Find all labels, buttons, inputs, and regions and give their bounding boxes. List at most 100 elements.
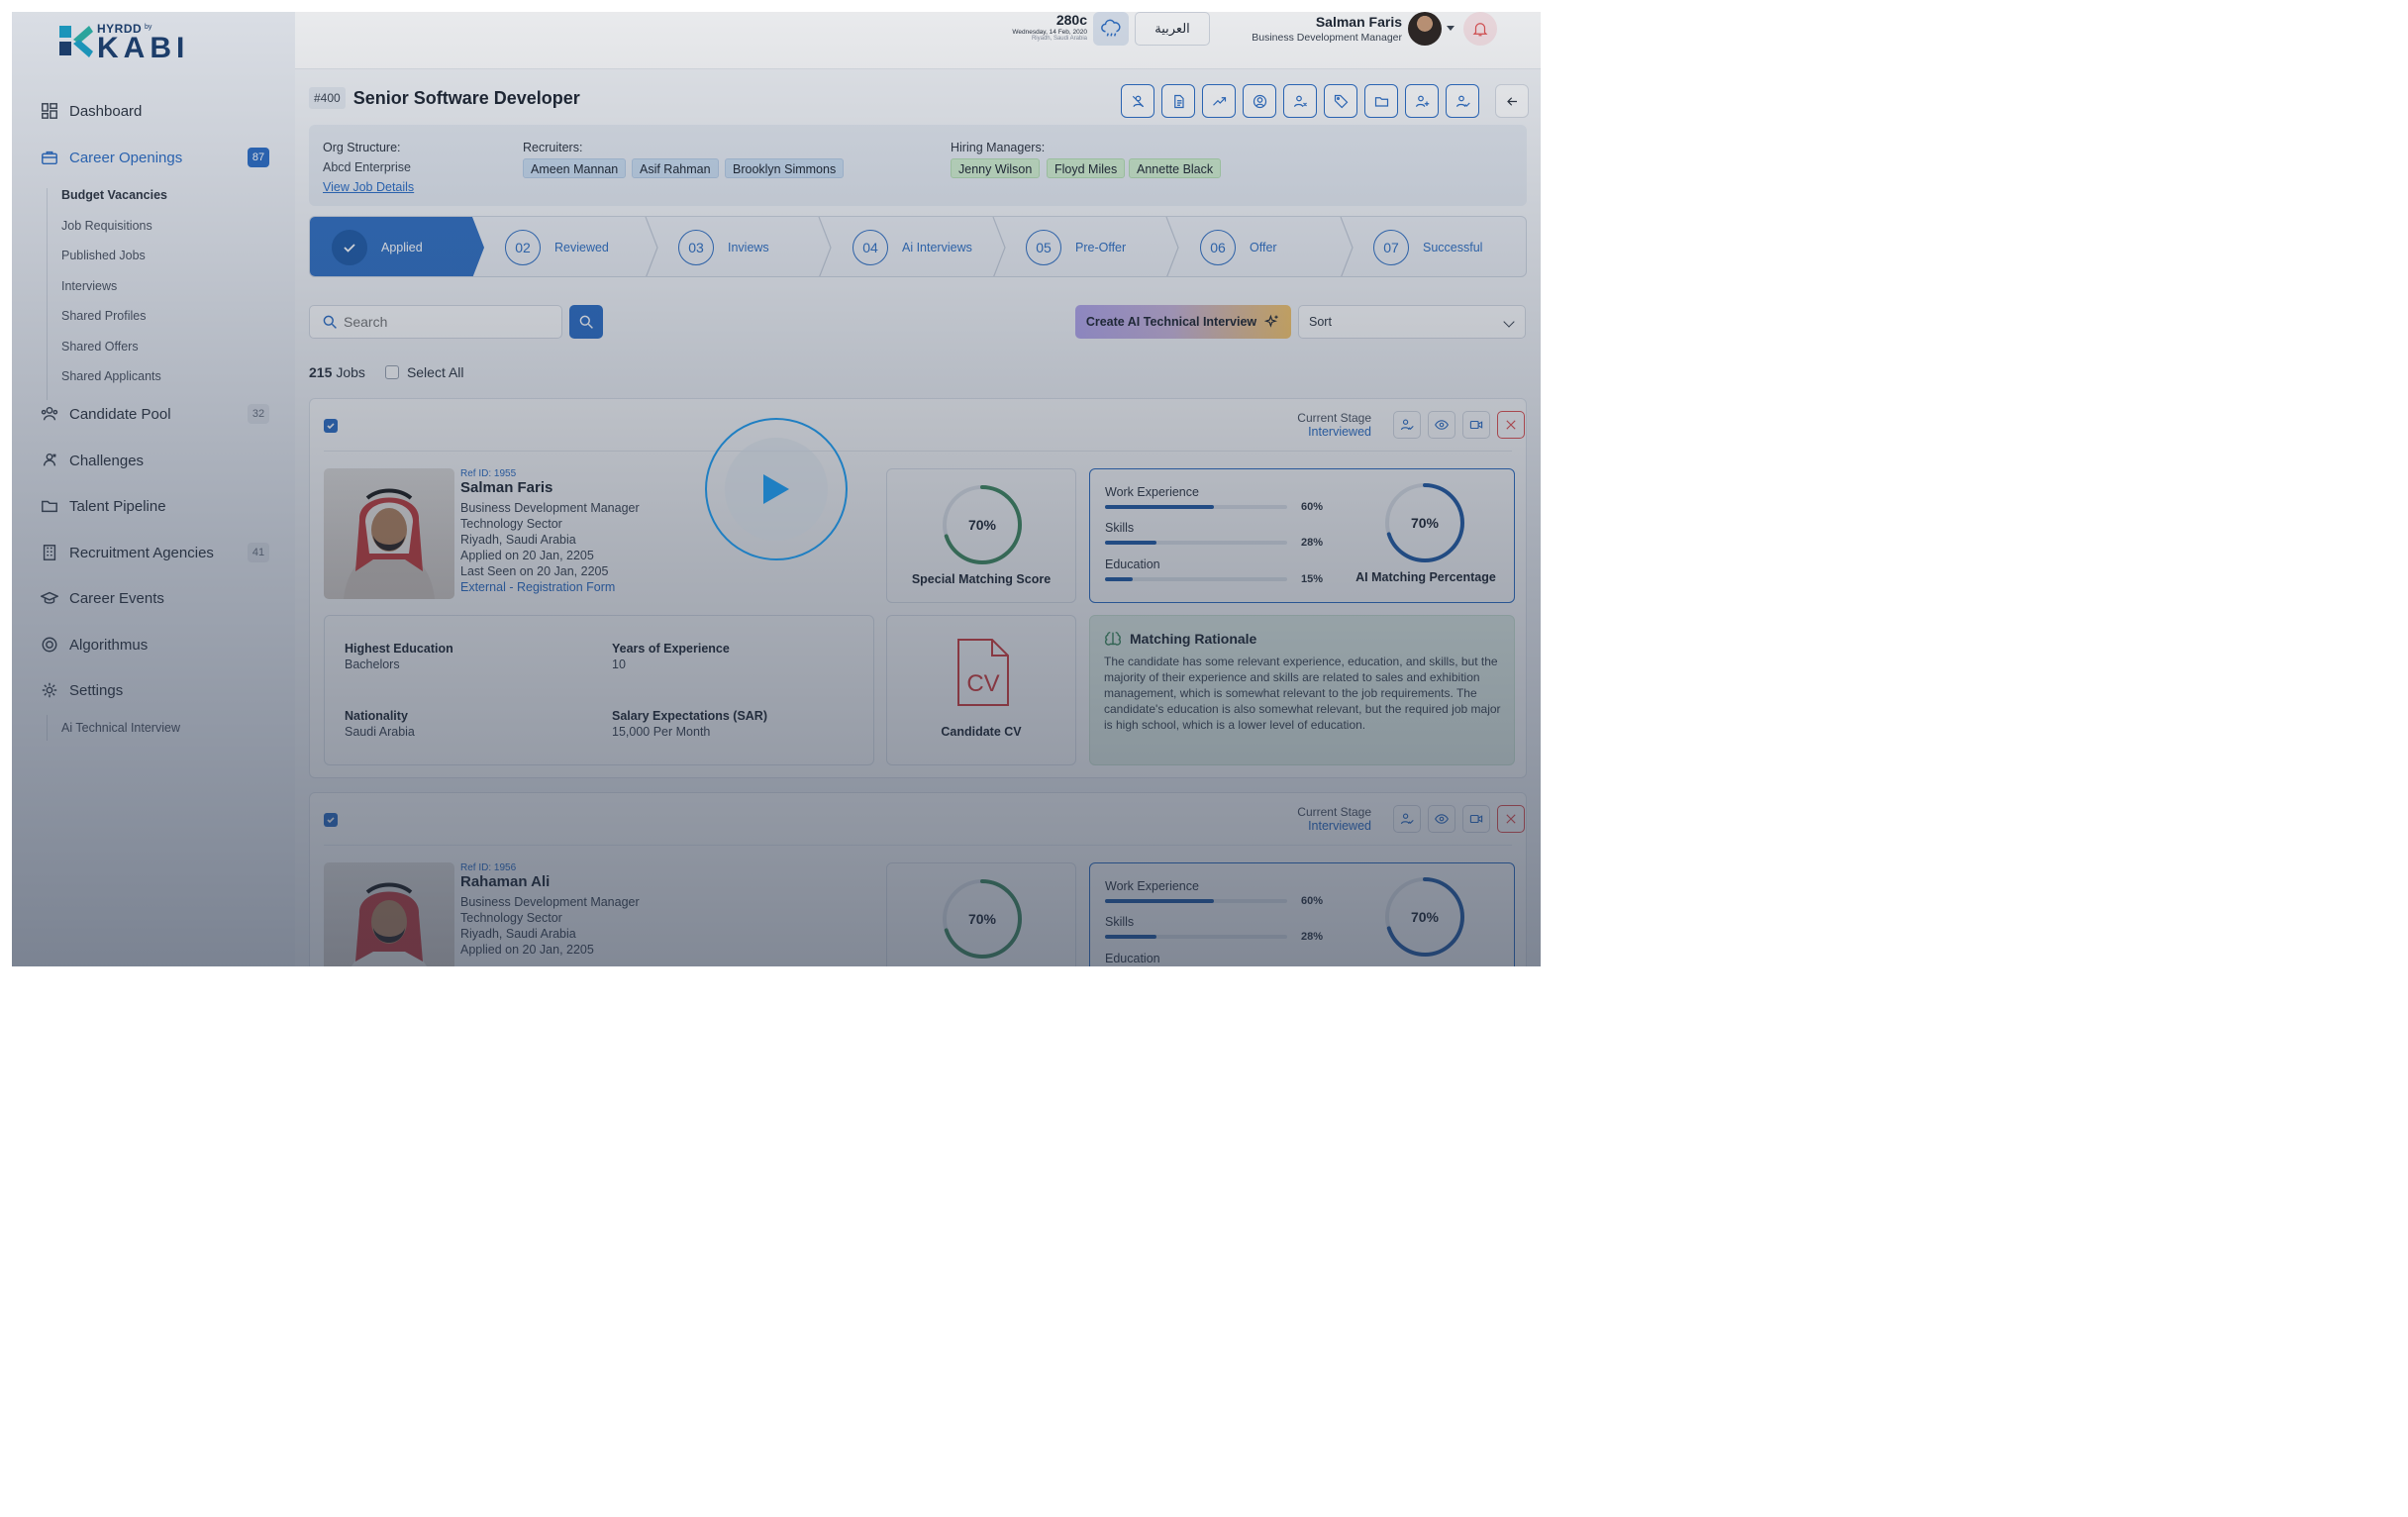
brain-icon xyxy=(1104,631,1122,646)
sidebar-item-label: Dashboard xyxy=(69,102,143,120)
search-input[interactable] xyxy=(344,314,542,330)
view-button[interactable] xyxy=(1428,805,1455,833)
sub-item-published-jobs[interactable]: Published Jobs xyxy=(61,249,167,279)
stage-offer[interactable]: 06 Offer xyxy=(1200,217,1277,276)
sidebar-item-algorithmus[interactable]: Algorithmus xyxy=(40,633,269,657)
person-cross-icon xyxy=(1132,95,1144,107)
toolbar-button-assign-user[interactable] xyxy=(1446,84,1479,118)
candidate-applied: Applied on 20 Jan, 2205 xyxy=(460,549,594,562)
stage-divider xyxy=(1340,217,1354,276)
candidate-cv-card[interactable]: CV Candidate CV xyxy=(886,615,1076,765)
sidebar-item-dashboard[interactable]: Dashboard xyxy=(40,99,269,123)
sort-select[interactable]: Sort xyxy=(1298,305,1526,339)
toolbar-button-document[interactable] xyxy=(1161,84,1195,118)
users-icon xyxy=(40,404,59,424)
video-button[interactable] xyxy=(1462,411,1490,439)
toolbar-button-profile[interactable] xyxy=(1243,84,1276,118)
settings-sub-menu: Ai Technical Interview xyxy=(47,715,180,741)
candidate-location: Riyadh, Saudi Arabia xyxy=(460,927,576,941)
candidate-photo xyxy=(324,862,454,966)
sub-item-shared-offers[interactable]: Shared Offers xyxy=(61,340,167,370)
toolbar-button-remove-user[interactable] xyxy=(1283,84,1317,118)
metric-bar-fill xyxy=(1105,935,1156,939)
candidate-card: Current Stage Interviewed Ref ID: 1956 R… xyxy=(309,792,1527,966)
assign-user-button[interactable] xyxy=(1393,411,1421,439)
sub-item-ai-technical-interview[interactable]: Ai Technical Interview xyxy=(61,715,180,746)
toolbar-button-tags[interactable] xyxy=(1324,84,1357,118)
user-check-icon xyxy=(1400,813,1414,825)
metric-name: Work Experience xyxy=(1105,879,1199,893)
sidebar-item-talent-pipeline[interactable]: Talent Pipeline xyxy=(40,494,269,518)
metric-skills: Skills 28% xyxy=(1105,519,1323,549)
stage-pre-offer[interactable]: 05 Pre-Offer xyxy=(1026,217,1127,276)
notifications-button[interactable] xyxy=(1463,12,1497,46)
recruiter-tag: Brooklyn Simmons xyxy=(725,158,845,178)
sub-item-shared-profiles[interactable]: Shared Profiles xyxy=(61,309,167,340)
brand-logo[interactable]: HYRDD by KABI xyxy=(55,20,194,64)
stage-number: 04 xyxy=(853,230,888,265)
sidebar-item-label: Talent Pipeline xyxy=(69,497,166,515)
metric-name: Education xyxy=(1105,952,1160,965)
sidebar-item-label: Recruitment Agencies xyxy=(69,544,214,561)
weather-button[interactable] xyxy=(1093,12,1129,46)
stage-inviews[interactable]: 03 Inviews xyxy=(678,217,769,276)
sidebar-item-career-events[interactable]: Career Events xyxy=(40,586,269,610)
sub-item-shared-applicants[interactable]: Shared Applicants xyxy=(61,369,167,400)
sub-item-interviews[interactable]: Interviews xyxy=(61,279,167,310)
video-button[interactable] xyxy=(1462,805,1490,833)
back-button[interactable] xyxy=(1495,84,1529,118)
sidebar-item-recruitment-agencies[interactable]: Recruitment Agencies 41 xyxy=(40,541,269,564)
toolbar-button-trend[interactable] xyxy=(1202,84,1236,118)
reject-button[interactable] xyxy=(1497,411,1525,439)
weather-temp: 280c xyxy=(1055,12,1087,28)
tag-icon xyxy=(1334,94,1348,108)
sidebar-item-career-openings[interactable]: Career Openings 87 xyxy=(40,146,269,169)
toolbar-button-add-user[interactable] xyxy=(1405,84,1439,118)
candidate-name[interactable]: Salman Faris xyxy=(460,479,640,496)
metric-pct: 60% xyxy=(1301,895,1324,907)
ai-matching-label: AI Matching Percentage xyxy=(1355,570,1496,584)
stage-label: Offer xyxy=(1250,241,1277,254)
sub-item-job-requisitions[interactable]: Job Requisitions xyxy=(61,219,167,250)
language-button[interactable]: العربية xyxy=(1135,12,1210,46)
metric-skills: Skills 28% xyxy=(1105,913,1323,943)
weather-location: Riyadh, Saudi Arabia xyxy=(1031,36,1087,42)
candidate-applied: Applied on 20 Jan, 2205 xyxy=(460,943,594,957)
metric-name: Education xyxy=(1105,557,1160,571)
sort-label: Sort xyxy=(1309,315,1332,329)
stage-reviewed[interactable]: 02 Reviewed xyxy=(505,217,609,276)
reject-button[interactable] xyxy=(1497,805,1525,833)
user-circle-icon xyxy=(1253,94,1266,108)
search-box xyxy=(309,305,562,339)
candidate-checkbox[interactable] xyxy=(324,419,338,433)
user-remove-icon xyxy=(1293,95,1307,107)
user-info: Salman Faris Business Development Manage… xyxy=(1226,14,1402,44)
sidebar-item-challenges[interactable]: Challenges xyxy=(40,449,269,472)
stage-ai-interviews[interactable]: 04 Ai Interviews xyxy=(853,217,972,276)
detail-key: Highest Education xyxy=(345,642,453,656)
avatar[interactable] xyxy=(1408,12,1442,46)
assign-user-button[interactable] xyxy=(1393,805,1421,833)
chevron-down-icon[interactable] xyxy=(1447,26,1455,31)
play-video-button[interactable] xyxy=(705,418,848,560)
user-add-icon xyxy=(1415,95,1429,107)
metric-name: Skills xyxy=(1105,521,1135,535)
search-button[interactable] xyxy=(569,305,603,339)
candidate-source-link[interactable]: External - Registration Form xyxy=(460,579,640,595)
create-ai-interview-button[interactable]: Create AI Technical Interview xyxy=(1075,305,1291,339)
sidebar-item-candidate-pool[interactable]: Candidate Pool 32 xyxy=(40,402,269,426)
toolbar-button-unassign[interactable] xyxy=(1121,84,1154,118)
view-job-details-link[interactable]: View Job Details xyxy=(323,180,414,194)
candidate-name[interactable]: Rahaman Ali xyxy=(460,873,640,890)
stage-applied[interactable]: Applied xyxy=(332,217,423,276)
view-button[interactable] xyxy=(1428,411,1455,439)
select-all-checkbox[interactable] xyxy=(384,365,399,379)
special-score-value: 70% xyxy=(967,517,997,533)
sub-item-budget-vacancies[interactable]: Budget Vacancies xyxy=(61,188,167,219)
toolbar-button-folder[interactable] xyxy=(1364,84,1398,118)
sparkle-icon xyxy=(1264,314,1278,328)
candidate-checkbox[interactable] xyxy=(324,813,338,827)
sidebar-item-settings[interactable]: Settings xyxy=(40,678,269,702)
stage-label: Pre-Offer xyxy=(1075,241,1127,254)
stage-successful[interactable]: 07 Successful xyxy=(1373,217,1482,276)
